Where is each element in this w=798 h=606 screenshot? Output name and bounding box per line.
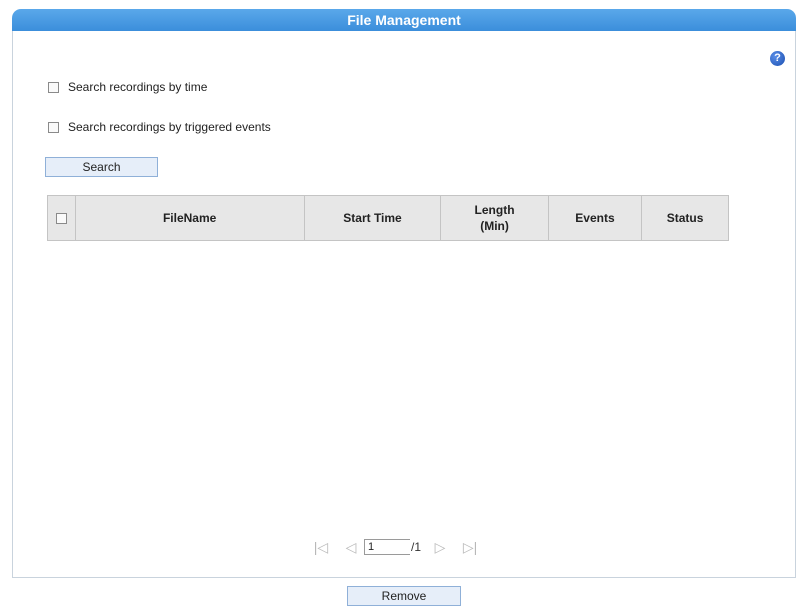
column-status[interactable]: Status (641, 195, 729, 241)
first-page-icon[interactable]: |◁ (312, 539, 330, 556)
select-all-checkbox[interactable] (55, 213, 67, 225)
page-total: /1 (411, 540, 422, 554)
search-button[interactable]: Search (45, 157, 158, 177)
file-management-panel (12, 31, 796, 578)
search-by-time-checkbox[interactable] (48, 82, 59, 93)
column-length[interactable]: Length (Min) (440, 195, 549, 241)
table-header-row: FileName Start Time Length (Min) Events … (47, 195, 729, 241)
last-page-icon[interactable]: ▷| (461, 539, 479, 556)
next-page-icon[interactable]: ▷ (431, 539, 449, 556)
help-icon[interactable]: ? (770, 51, 785, 66)
search-by-events-checkbox[interactable] (48, 122, 59, 133)
remove-button[interactable]: Remove (347, 586, 461, 606)
search-by-time-label: Search recordings by time (68, 80, 208, 94)
column-events[interactable]: Events (547, 195, 643, 241)
column-filename[interactable]: FileName (74, 195, 305, 241)
prev-page-icon[interactable]: ◁ (342, 539, 360, 556)
page-title: File Management (12, 9, 796, 31)
pagination: |◁ ◁ /1 ▷ ▷| (312, 537, 479, 557)
search-by-events-label: Search recordings by triggered events (68, 120, 271, 134)
recordings-table: FileName Start Time Length (Min) Events … (47, 195, 729, 241)
page-number-input[interactable] (364, 539, 410, 555)
column-start-time[interactable]: Start Time (303, 195, 442, 241)
select-all-cell (47, 195, 76, 241)
